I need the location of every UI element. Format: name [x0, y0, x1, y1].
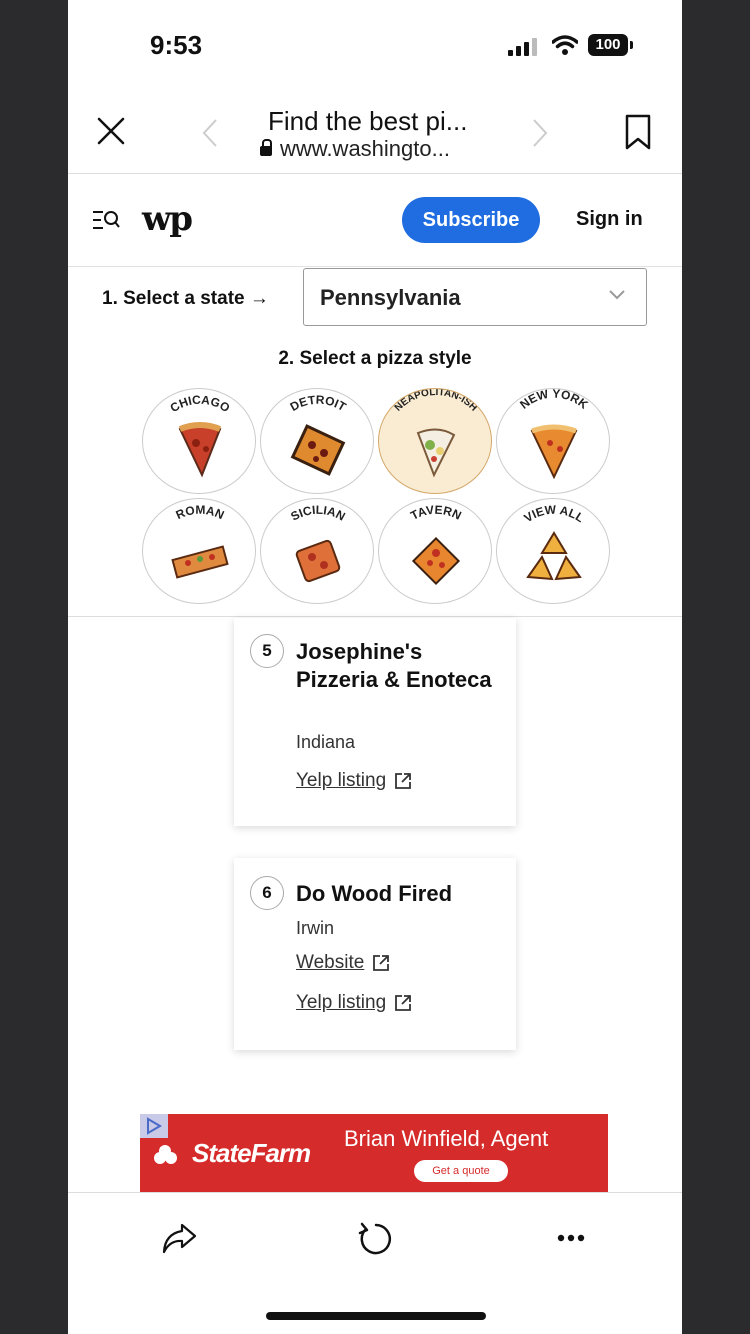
result-name: Do Wood Fired: [296, 881, 453, 906]
lock-icon: [260, 139, 272, 156]
svg-text:NEW YORK: NEW YORK: [517, 389, 591, 412]
page-title: Find the best pi...: [268, 106, 468, 136]
neapolitan-pizza-icon: [416, 428, 456, 478]
phone-screen: 9:53 100 Find the best pi... www.washing…: [68, 0, 682, 1334]
website-link[interactable]: Website: [296, 952, 390, 974]
more-options-icon[interactable]: [556, 1233, 586, 1243]
forward-arrow-icon[interactable]: [530, 118, 550, 148]
website-link-label: Website: [296, 952, 365, 973]
right-frame: [682, 0, 750, 1334]
ad-agent: Brian Winfield, Agent: [344, 1126, 549, 1151]
style-sicilian[interactable]: SICILIAN: [260, 498, 374, 604]
reload-icon[interactable]: [356, 1221, 392, 1257]
result-card: 6 Do Wood Fired Irwin Website Yelp listi…: [234, 858, 516, 1050]
bookmark-icon[interactable]: [624, 114, 652, 150]
ad-banner[interactable]: StateFarm Brian Winfield, Agent Get a qu…: [140, 1114, 608, 1192]
status-bar: 9:53 100: [68, 0, 682, 90]
style-new-york[interactable]: NEW YORK: [496, 388, 610, 494]
yelp-link-label: Yelp listing: [296, 770, 387, 791]
url-text: www.washingto...: [280, 136, 450, 161]
section-divider: [68, 616, 682, 617]
yelp-link[interactable]: Yelp listing: [296, 992, 412, 1014]
get-quote-button[interactable]: Get a quote: [414, 1160, 508, 1182]
style-detroit[interactable]: DETROIT: [260, 388, 374, 494]
back-arrow-icon[interactable]: [200, 118, 220, 148]
yelp-link-label: Yelp listing: [296, 992, 387, 1013]
svg-text:NEAPOLITAN-ISH: NEAPOLITAN-ISH: [393, 389, 479, 414]
result-card: 5 Josephine's Pizzeria & Enoteca Indiana…: [234, 618, 516, 826]
yelp-link[interactable]: Yelp listing: [296, 770, 412, 792]
tavern-pizza-icon: [411, 536, 461, 586]
result-name: Josephine's Pizzeria & Enoteca: [296, 639, 492, 692]
signal-icon: [508, 36, 537, 56]
close-icon[interactable]: [96, 116, 126, 146]
result-city: Irwin: [296, 918, 335, 938]
svg-text:TAVERN: TAVERN: [408, 503, 463, 523]
new-york-pizza-icon: [530, 424, 578, 479]
adchoices-icon[interactable]: [140, 1114, 168, 1138]
sign-in-link[interactable]: Sign in: [576, 208, 643, 231]
battery-icon: 100: [588, 34, 633, 56]
state-value: Pennsylvania: [320, 285, 461, 310]
sicilian-pizza-icon: [295, 539, 341, 583]
result-number: 6: [250, 876, 284, 910]
url-bar[interactable]: www.washingto...: [260, 136, 450, 162]
share-icon[interactable]: [160, 1221, 198, 1255]
state-select[interactable]: Pennsylvania: [303, 268, 647, 326]
style-roman[interactable]: ROMAN: [142, 498, 256, 604]
result-number: 5: [250, 634, 284, 668]
style-tavern[interactable]: TAVERN: [378, 498, 492, 604]
svg-text:SICILIAN: SICILIAN: [288, 503, 347, 524]
state-label: 1. Select a state →: [102, 288, 269, 309]
svg-text:ROMAN: ROMAN: [174, 503, 227, 522]
chevron-down-icon: [609, 290, 625, 300]
left-frame: [0, 0, 68, 1334]
style-label: 2. Select a pizza style: [278, 348, 472, 369]
view-all-pizza-icon: [526, 531, 582, 581]
status-time: 9:53: [150, 30, 203, 60]
roman-pizza-icon: [171, 545, 229, 579]
home-indicator: [266, 1312, 486, 1320]
result-city: Indiana: [296, 732, 356, 752]
external-link-icon: [395, 995, 412, 1011]
ad-brand-text: StateFarm: [192, 1138, 311, 1168]
external-link-icon: [395, 773, 412, 789]
chicago-pizza-icon: [178, 422, 222, 478]
wifi-icon: [552, 35, 578, 55]
site-header: wp Subscribe Sign in: [68, 175, 682, 267]
ad-brand: StateFarm: [154, 1138, 311, 1169]
style-chicago[interactable]: CHICAGO: [142, 388, 256, 494]
statefarm-logo-icon: [154, 1144, 177, 1164]
svg-text:DETROIT: DETROIT: [288, 393, 349, 415]
subscribe-button[interactable]: Subscribe: [402, 197, 540, 243]
svg-text:CHICAGO: CHICAGO: [168, 393, 233, 415]
external-link-icon: [373, 955, 390, 971]
browser-bar: Find the best pi... www.washingto...: [68, 92, 682, 174]
detroit-pizza-icon: [290, 424, 346, 476]
style-view-all[interactable]: VIEW ALL: [496, 498, 610, 604]
style-neapolitan[interactable]: NEAPOLITAN-ISH: [378, 388, 492, 494]
wapo-logo[interactable]: wp: [142, 199, 193, 239]
menu-search-icon[interactable]: [92, 209, 120, 231]
svg-text:VIEW ALL: VIEW ALL: [521, 503, 586, 526]
